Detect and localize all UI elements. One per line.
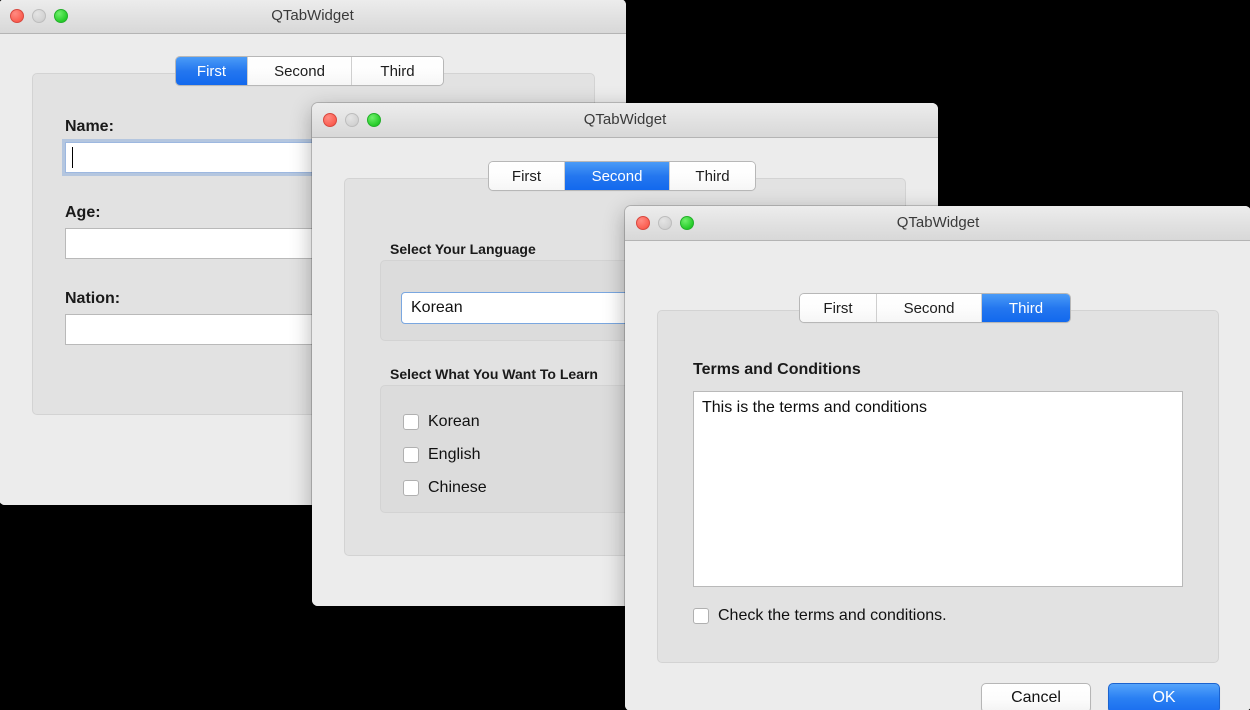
checkbox-box-icon[interactable] — [403, 480, 419, 496]
tab-bar: First Second Third — [800, 294, 1070, 322]
checkbox-label: Chinese — [428, 479, 487, 496]
tab-second[interactable]: Second — [248, 57, 352, 85]
window-title: QTabWidget — [583, 111, 667, 128]
age-label: Age: — [65, 204, 101, 221]
nation-label: Nation: — [65, 290, 121, 307]
window-third-tab[interactable]: QTabWidget First Second Third Terms and … — [625, 206, 1250, 710]
window-title: QTabWidget — [271, 7, 354, 24]
tab-third[interactable]: Third — [670, 162, 755, 190]
tab-second[interactable]: Second — [877, 294, 982, 322]
desktop-background: QTabWidget First Second Third Name: Age:… — [0, 0, 1250, 710]
checkbox-label: Korean — [428, 413, 480, 430]
tab-second[interactable]: Second — [565, 162, 670, 190]
checkbox-label: Check the terms and conditions. — [718, 607, 947, 624]
tab-bar: First Second Third — [489, 162, 755, 190]
learn-group-label: Select What You Want To Learn — [390, 366, 598, 382]
window-title: QTabWidget — [896, 214, 980, 231]
text-cursor — [72, 147, 73, 168]
checkbox-chinese[interactable]: Chinese — [403, 479, 487, 497]
cancel-button[interactable]: Cancel — [981, 683, 1091, 710]
checkbox-box-icon[interactable] — [403, 447, 419, 463]
tab-first[interactable]: First — [800, 294, 877, 322]
window-content: First Second Third Terms and Conditions … — [625, 241, 1250, 710]
checkbox-label: English — [428, 446, 481, 463]
language-group-label: Select Your Language — [390, 241, 536, 257]
checkbox-korean[interactable]: Korean — [403, 413, 480, 431]
tab-bar: First Second Third — [176, 57, 443, 85]
titlebar[interactable]: QTabWidget — [312, 103, 938, 138]
titlebar[interactable]: QTabWidget — [0, 0, 626, 34]
tab-third[interactable]: Third — [982, 294, 1070, 322]
checkbox-agree-terms[interactable]: Check the terms and conditions. — [693, 607, 947, 625]
name-label: Name: — [65, 118, 114, 135]
tab-first[interactable]: First — [489, 162, 565, 190]
titlebar[interactable]: QTabWidget — [625, 206, 1250, 241]
checkbox-box-icon[interactable] — [403, 414, 419, 430]
tab-third[interactable]: Third — [352, 57, 443, 85]
checkbox-english[interactable]: English — [403, 446, 480, 464]
terms-label: Terms and Conditions — [693, 361, 861, 378]
tab-first[interactable]: First — [176, 57, 248, 85]
ok-button[interactable]: OK — [1108, 683, 1220, 710]
checkbox-box-icon[interactable] — [693, 608, 709, 624]
terms-textarea[interactable]: This is the terms and conditions — [693, 391, 1183, 587]
